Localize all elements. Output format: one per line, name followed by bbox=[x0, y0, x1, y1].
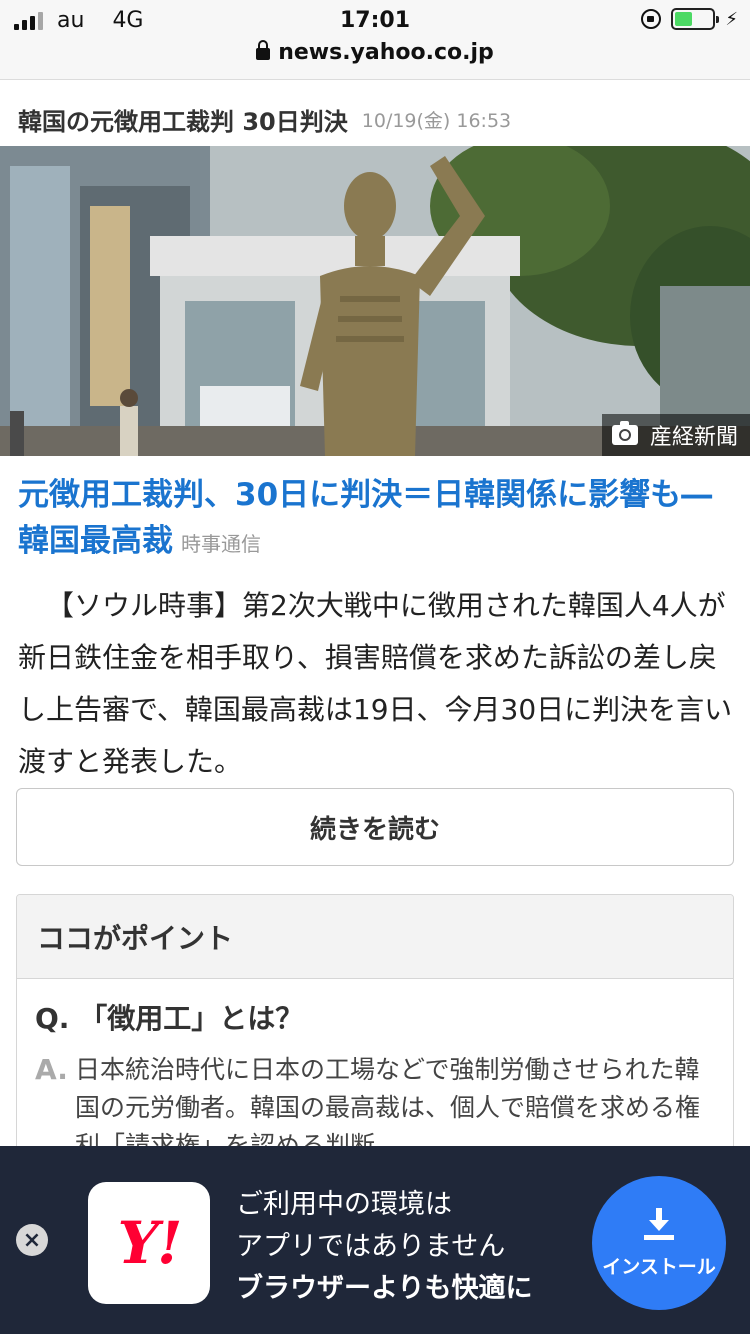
url-bar[interactable]: news.yahoo.co.jp bbox=[0, 36, 750, 80]
download-icon bbox=[644, 1207, 674, 1240]
status-right: ⚡ bbox=[641, 8, 738, 30]
banner-line-1: ご利用中の環境は bbox=[236, 1189, 452, 1220]
point-question: Q. 「徴用工」とは？ bbox=[35, 1002, 304, 1035]
article-body: 【ソウル時事】第2次大戦中に徴用された韓国人4人が新日鉄住金を相手取り、損害賠償… bbox=[18, 589, 733, 778]
install-label: インストール bbox=[602, 1255, 716, 1278]
url-text: news.yahoo.co.jp bbox=[278, 40, 494, 65]
article-source: 時事通信 bbox=[181, 532, 261, 556]
topic-date: 10/19(金) 16:53 bbox=[361, 109, 512, 132]
orientation-lock-icon bbox=[641, 9, 662, 29]
banner-message: ご利用中の環境は アプリではありません ブラウザーよりも快適に bbox=[236, 1184, 532, 1310]
article-photo[interactable]: 産経新聞 bbox=[0, 146, 750, 456]
banner-line-2: アプリではありません bbox=[236, 1231, 506, 1262]
yahoo-app-logo: Y! bbox=[88, 1182, 210, 1304]
battery-icon bbox=[671, 8, 720, 30]
lock-icon bbox=[256, 40, 271, 60]
status-time: 17:01 bbox=[339, 8, 411, 33]
topic-title: 韓国の元徴用工裁判 30日判決 bbox=[18, 107, 348, 136]
close-banner-button[interactable]: × bbox=[16, 1224, 48, 1256]
point-box-title: ココがポイント bbox=[17, 895, 733, 979]
charging-icon: ⚡ bbox=[725, 8, 738, 30]
photo-credit-text: 産経新聞 bbox=[649, 425, 738, 450]
headline-text[interactable]: 元徴用工裁判、30日に判決＝日韓関係に影響も―韓国最高裁 bbox=[18, 477, 712, 559]
statue-photo-illustration bbox=[0, 146, 750, 456]
read-more-button[interactable]: 続きを読む bbox=[16, 788, 734, 866]
banner-line-3: ブラウザーよりも快適に bbox=[236, 1273, 533, 1304]
photo-credit: 産経新聞 bbox=[601, 414, 750, 456]
camera-icon bbox=[611, 421, 638, 445]
topic-header: 韓国の元徴用工裁判 30日判決 10/19(金) 16:53 bbox=[0, 92, 750, 146]
article-headline[interactable]: 元徴用工裁判、30日に判決＝日韓関係に影響も―韓国最高裁 時事通信 bbox=[18, 472, 734, 567]
install-button[interactable]: インストール bbox=[592, 1176, 726, 1310]
